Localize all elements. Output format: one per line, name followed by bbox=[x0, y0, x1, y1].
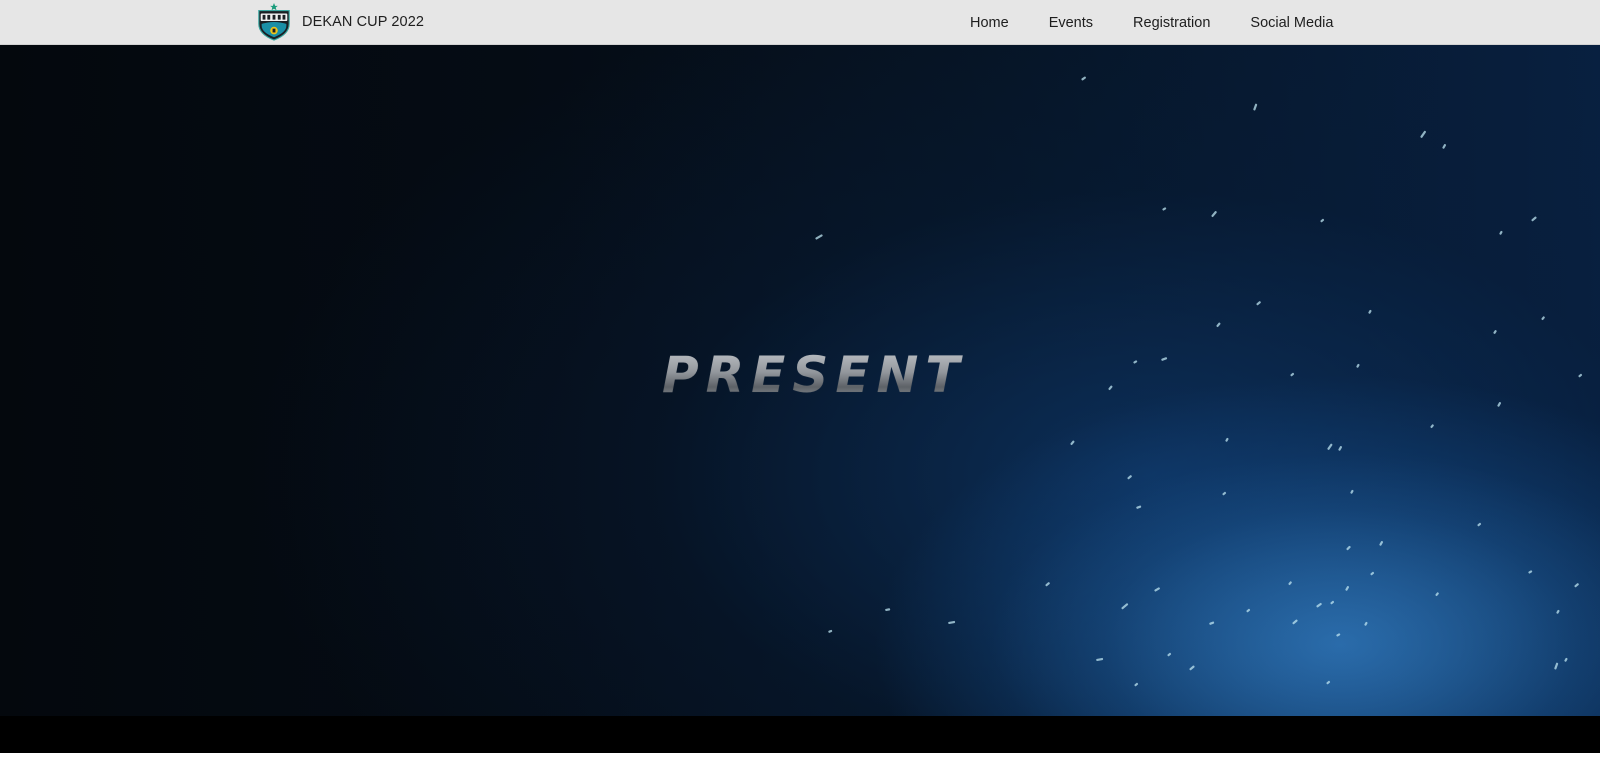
spark-particle bbox=[1442, 144, 1447, 149]
spark-particle bbox=[1326, 680, 1331, 685]
spark-particle bbox=[1211, 211, 1217, 218]
spark-particle bbox=[1499, 230, 1503, 235]
spark-particle bbox=[1246, 608, 1251, 613]
spark-particle bbox=[1222, 491, 1227, 496]
spark-particle bbox=[1330, 600, 1335, 605]
spark-particle bbox=[1070, 440, 1075, 446]
spark-particle bbox=[1350, 489, 1354, 494]
brand-title: DEKAN CUP 2022 bbox=[302, 14, 425, 30]
spark-particle bbox=[1556, 609, 1560, 614]
nav-item-registration: Registration bbox=[1113, 3, 1230, 43]
brand-link[interactable]: DEKAN CUP 2022 bbox=[255, 2, 424, 42]
spark-particle bbox=[1493, 330, 1497, 334]
spark-particle bbox=[1370, 571, 1375, 576]
spark-particle bbox=[1420, 130, 1426, 138]
spark-particle bbox=[1121, 603, 1129, 610]
dekan-cup-logo-icon bbox=[258, 3, 290, 41]
spark-particle bbox=[1430, 424, 1434, 429]
spark-particle bbox=[1531, 216, 1537, 222]
top-navbar: DEKAN CUP 2022 Home Events Registration … bbox=[0, 0, 1600, 45]
spark-particle bbox=[1253, 103, 1258, 111]
spark-particle bbox=[1320, 218, 1325, 223]
nav-link-events[interactable]: Events bbox=[1029, 3, 1113, 43]
spark-particle bbox=[1209, 621, 1215, 625]
spark-particle bbox=[1288, 581, 1292, 586]
spark-particle bbox=[1189, 665, 1195, 671]
spark-particle bbox=[1356, 363, 1360, 368]
spark-particle bbox=[1161, 357, 1168, 361]
spark-particle bbox=[1435, 592, 1439, 597]
spark-particle bbox=[1096, 657, 1104, 662]
spark-particle bbox=[1346, 545, 1351, 551]
spark-particle bbox=[1290, 372, 1295, 377]
spark-particle bbox=[1225, 437, 1229, 442]
spark-particle bbox=[1541, 316, 1545, 321]
spark-particle bbox=[948, 620, 956, 625]
spark-particle bbox=[1364, 621, 1368, 626]
spark-particle bbox=[1564, 657, 1568, 662]
nav-link-social-media[interactable]: Social Media bbox=[1230, 3, 1353, 43]
hero-video-banner[interactable]: PRESENT bbox=[0, 45, 1600, 716]
spark-particle bbox=[1108, 385, 1113, 391]
spark-particle bbox=[1368, 309, 1372, 314]
spark-particle bbox=[885, 608, 891, 612]
spark-particle bbox=[1336, 633, 1341, 637]
spark-particle bbox=[1477, 522, 1482, 527]
spark-particle bbox=[1136, 505, 1142, 509]
spark-particle bbox=[828, 629, 833, 633]
spark-particle bbox=[1081, 76, 1086, 81]
spark-particle bbox=[1338, 446, 1343, 451]
spark-particle bbox=[1167, 652, 1172, 657]
spark-particle bbox=[1127, 475, 1132, 480]
spark-particle bbox=[1154, 587, 1160, 592]
spark-particle bbox=[1045, 582, 1050, 587]
nav-item-social-media: Social Media bbox=[1230, 3, 1353, 43]
spark-particle bbox=[1216, 322, 1221, 328]
spark-particle bbox=[1327, 443, 1333, 450]
spark-particle bbox=[1379, 541, 1384, 546]
nav-link-home[interactable]: Home bbox=[950, 3, 1029, 43]
nav-item-events: Events bbox=[1029, 3, 1113, 43]
hero-intro-text: PRESENT bbox=[662, 346, 967, 404]
nav-item-home: Home bbox=[950, 3, 1029, 43]
spark-particle bbox=[815, 234, 823, 240]
spark-particle bbox=[1497, 402, 1502, 407]
spark-particle bbox=[1133, 360, 1138, 364]
spark-particle bbox=[1292, 619, 1298, 625]
nav-link-registration[interactable]: Registration bbox=[1113, 3, 1230, 43]
video-letterbox-bar bbox=[0, 716, 1600, 753]
spark-particle bbox=[1134, 682, 1139, 687]
nav-menu: Home Events Registration Social Media bbox=[950, 0, 1353, 45]
spark-particle bbox=[1554, 662, 1559, 670]
spark-particle bbox=[1528, 570, 1533, 574]
spark-particle bbox=[1162, 207, 1167, 211]
spark-particle bbox=[1578, 373, 1583, 378]
spark-particle bbox=[1316, 602, 1322, 608]
spark-particle bbox=[1256, 301, 1261, 306]
spark-particle bbox=[1345, 586, 1350, 591]
spark-particle bbox=[1574, 583, 1579, 588]
